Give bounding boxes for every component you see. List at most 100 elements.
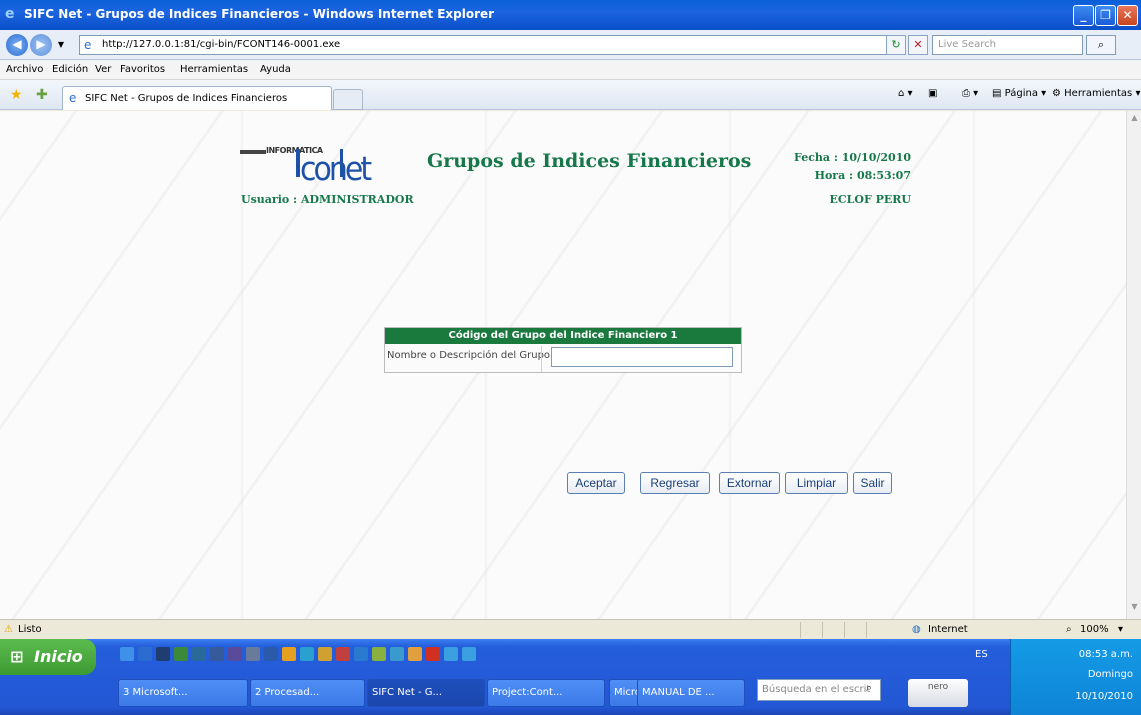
url-field[interactable]: e http://127.0.0.1:81/cgi-bin/FCONT146-0…: [79, 35, 906, 55]
nero-search-button[interactable]: nero: [908, 679, 968, 707]
windows-logo-icon: ⊞: [10, 647, 24, 666]
start-button[interactable]: ⊞ Inicio: [0, 639, 96, 675]
ie-quicklaunch-icon[interactable]: [120, 647, 134, 661]
taskbar-item-microsoft[interactable]: 3 Microsoft...: [118, 679, 248, 707]
vertical-scrollbar[interactable]: ▲ ▼: [1126, 111, 1141, 619]
skype-quicklaunch-icon[interactable]: [462, 647, 476, 661]
group-name-input[interactable]: [551, 347, 733, 367]
regresar-button[interactable]: Regresar: [640, 472, 710, 494]
taskbar-item-manual[interactable]: MANUAL DE ...: [637, 679, 745, 707]
quicklaunch-icon[interactable]: [390, 647, 404, 661]
quicklaunch-icon[interactable]: [192, 647, 206, 661]
opera-quicklaunch-icon[interactable]: [426, 647, 440, 661]
desktop-search-icon[interactable]: ⌕: [866, 681, 872, 695]
quicklaunch-icon[interactable]: [282, 647, 296, 661]
system-tray: 08:53 a.m. Domingo 10/10/2010: [1010, 639, 1141, 715]
feeds-icon[interactable]: ▣: [928, 88, 937, 99]
window-titlebar: e SIFC Net - Grupos de Indices Financier…: [0, 0, 1141, 30]
language-indicator[interactable]: ES: [975, 649, 988, 660]
zone-label: Internet: [928, 624, 968, 635]
quicklaunch-icon[interactable]: [228, 647, 242, 661]
tab-sifc-net[interactable]: e SIFC Net - Grupos de Indices Financier…: [62, 86, 332, 110]
form-divider: [541, 346, 542, 372]
menu-bar: Archivo Edición Ver Favoritos Herramient…: [0, 60, 1141, 80]
tab-bar: ★ ✚ e SIFC Net - Grupos de Indices Finan…: [0, 80, 1141, 110]
forward-button[interactable]: ▶: [30, 34, 52, 56]
date-label: Fecha : 10/10/2010: [793, 151, 911, 164]
quicklaunch-icon[interactable]: [246, 647, 260, 661]
page-menu-label: Página: [1004, 88, 1038, 99]
page-title: Grupos de Indices Financieros: [427, 150, 752, 172]
address-bar: ◀ ▶ ▼ e http://127.0.0.1:81/cgi-bin/FCON…: [0, 30, 1141, 60]
quicklaunch-icon[interactable]: [444, 647, 458, 661]
stop-button[interactable]: ✕: [908, 35, 928, 55]
refresh-button[interactable]: ↻: [886, 35, 906, 55]
time-label: Hora : 08:53:07: [814, 169, 911, 182]
quicklaunch-icon[interactable]: [354, 647, 368, 661]
conet-logo: conet: [300, 150, 372, 189]
menu-archivo[interactable]: Archivo: [6, 64, 43, 75]
scroll-down-icon[interactable]: ▼: [1128, 602, 1141, 617]
start-label: Inicio: [34, 647, 83, 666]
quicklaunch-icon[interactable]: [264, 647, 278, 661]
menu-edicion[interactable]: Edición: [52, 64, 88, 75]
tab-page-icon: e: [69, 91, 77, 105]
form-header: Código del Grupo del Indice Financiero 1: [385, 328, 741, 344]
menu-ayuda[interactable]: Ayuda: [260, 64, 291, 75]
console-quicklaunch-icon[interactable]: [156, 647, 170, 661]
taskbar-item-procesad[interactable]: 2 Procesad...: [250, 679, 365, 707]
quicklaunch-icon[interactable]: [138, 647, 152, 661]
status-segment: [866, 622, 888, 638]
salir-button[interactable]: Salir: [853, 472, 892, 494]
menu-ver[interactable]: Ver: [95, 64, 111, 75]
clock-date: 10/10/2010: [1075, 691, 1133, 702]
history-dropdown-icon[interactable]: ▼: [54, 38, 68, 52]
quicklaunch-icon[interactable]: [300, 647, 314, 661]
aceptar-button[interactable]: Aceptar: [567, 472, 625, 494]
live-search-input[interactable]: Live Search: [932, 35, 1083, 55]
menu-favoritos[interactable]: Favoritos: [120, 64, 165, 75]
taskbar-item-sifc-net[interactable]: SIFC Net - G...: [367, 679, 485, 707]
new-tab-button[interactable]: [333, 89, 363, 110]
taskbar-item-project[interactable]: Project:Cont...: [487, 679, 605, 707]
quicklaunch-icon[interactable]: [372, 647, 386, 661]
search-button[interactable]: ⌕: [1086, 35, 1116, 55]
page-menu[interactable]: ▤ Página ▾: [992, 88, 1046, 99]
zoom-level[interactable]: 100%: [1080, 624, 1109, 635]
zoom-icon[interactable]: ⌕: [1066, 624, 1072, 635]
limpiar-button[interactable]: Limpiar: [785, 472, 848, 494]
zoom-dropdown-icon[interactable]: ▾: [1118, 624, 1123, 635]
quicklaunch-icon[interactable]: [336, 647, 350, 661]
ie-logo-icon: e: [5, 6, 15, 22]
tools-menu-label: Herramientas: [1064, 88, 1133, 99]
home-icon[interactable]: ⌂ ▾: [898, 88, 913, 99]
extornar-button[interactable]: Extornar: [719, 472, 780, 494]
desktop-search-input[interactable]: Búsqueda en el escrit: [757, 679, 881, 701]
back-button[interactable]: ◀: [6, 34, 28, 56]
quicklaunch-icon[interactable]: [318, 647, 332, 661]
company-label: ECLOF PERU: [829, 193, 912, 206]
clock-time[interactable]: 08:53 a.m.: [1079, 649, 1133, 660]
status-text: Listo: [18, 624, 42, 635]
quicklaunch-icon[interactable]: [174, 647, 188, 661]
favorites-star-icon[interactable]: ★: [10, 87, 23, 103]
print-icon[interactable]: ⎙ ▾: [962, 88, 978, 99]
menu-herramientas[interactable]: Herramientas: [180, 64, 248, 75]
tab-label: SIFC Net - Grupos de Indices Financieros: [85, 93, 288, 104]
url-text: http://127.0.0.1:81/cgi-bin/FCONT146-000…: [102, 39, 341, 50]
quicklaunch-icon[interactable]: [210, 647, 224, 661]
logo-strip: [240, 150, 266, 154]
maximize-button[interactable]: ❐: [1095, 5, 1116, 26]
globe-icon: ◍: [912, 624, 921, 635]
window-title: SIFC Net - Grupos de Indices Financieros…: [24, 7, 495, 21]
quicklaunch-icon[interactable]: [408, 647, 422, 661]
user-label: Usuario : ADMINISTRADOR: [241, 193, 414, 206]
group-form: Código del Grupo del Indice Financiero 1…: [384, 327, 742, 373]
status-segment: [844, 622, 866, 638]
add-favorites-icon[interactable]: ✚: [36, 87, 48, 103]
scroll-up-icon[interactable]: ▲: [1128, 113, 1141, 128]
close-button[interactable]: ✕: [1117, 5, 1138, 26]
minimize-button[interactable]: _: [1073, 5, 1094, 26]
warning-icon: ⚠: [4, 624, 13, 635]
tools-menu[interactable]: ⚙ Herramientas ▾: [1052, 88, 1140, 99]
